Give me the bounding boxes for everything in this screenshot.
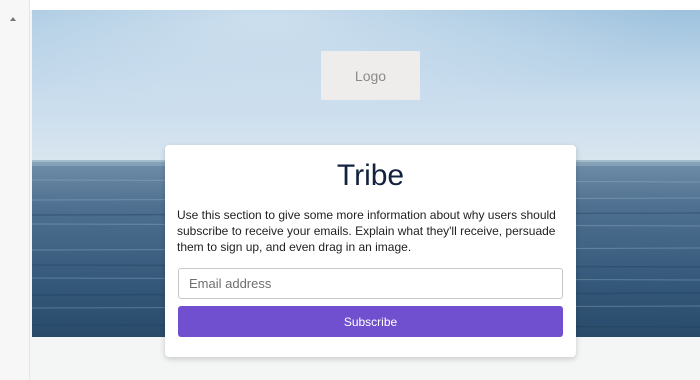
card-description: Use this section to give some more infor… [177,208,556,254]
page: Logo Tribe Use this section to give some… [0,0,700,380]
logo-placeholder: Logo [321,51,420,100]
logo-label: Logo [354,67,387,84]
subscribe-card: Tribe Use this section to give some more… [165,145,576,357]
top-strip [0,0,700,10]
subscribe-button[interactable]: Subscribe [178,306,563,337]
email-input[interactable] [178,268,563,299]
card-title: Tribe [336,159,405,192]
scrollbar[interactable] [0,0,30,380]
scroll-up-arrow-icon[interactable] [10,17,16,21]
